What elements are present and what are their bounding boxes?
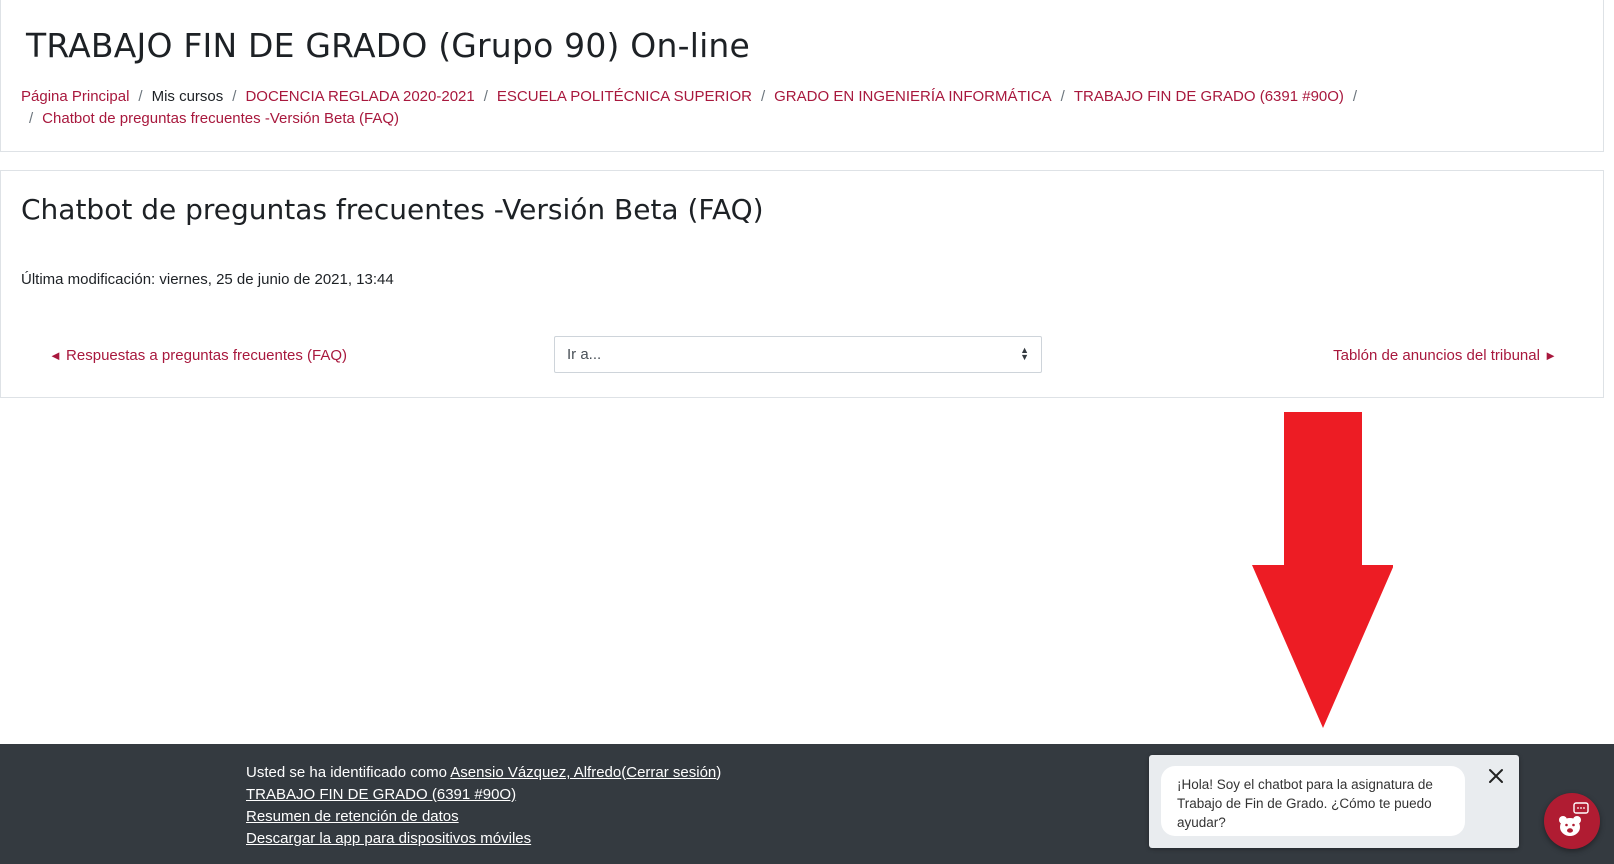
- data-retention-link[interactable]: Resumen de retención de datos: [246, 808, 459, 825]
- breadcrumb-home[interactable]: Página Principal: [21, 88, 129, 105]
- red-down-arrow-icon: [1252, 412, 1393, 728]
- select-caret-icon: ▲ ▼: [1020, 345, 1029, 362]
- last-modified: Última modificación: viernes, 25 de juni…: [21, 271, 394, 288]
- chatbot-greeting: ¡Hola! Soy el chatbot para la asignatura…: [1161, 766, 1465, 836]
- login-info-prefix: Usted se ha identificado como: [246, 764, 451, 781]
- page-title: Chatbot de preguntas frecuentes -Versión…: [21, 193, 764, 226]
- breadcrumb-separator: /: [29, 110, 34, 127]
- breadcrumb-course[interactable]: TRABAJO FIN DE GRADO (6391 #90O): [1074, 88, 1344, 105]
- course-title: TRABAJO FIN DE GRADO (Grupo 90) On-line: [26, 26, 751, 65]
- breadcrumb-current-page[interactable]: Chatbot de preguntas frecuentes -Versión…: [42, 110, 399, 127]
- chatbot-bear-icon: [1559, 802, 1589, 836]
- breadcrumb-separator: /: [138, 88, 143, 105]
- chatbot-launcher-button[interactable]: [1544, 793, 1600, 849]
- chatbot-popup: ¡Hola! Soy el chatbot para la asignatura…: [1149, 755, 1519, 848]
- breadcrumb-separator: /: [483, 88, 488, 105]
- footer-info: Usted se ha identificado como Asensio Vá…: [246, 762, 721, 850]
- mobile-app-link[interactable]: Descargar la app para dispositivos móvil…: [246, 830, 531, 847]
- previous-activity-label: Respuestas a preguntas frecuentes (FAQ): [66, 347, 348, 364]
- close-icon[interactable]: [1487, 767, 1505, 785]
- previous-activity-link[interactable]: ◄ Respuestas a preguntas frecuentes (FAQ…: [49, 347, 347, 364]
- breadcrumb-docencia[interactable]: DOCENCIA REGLADA 2020-2021: [245, 88, 474, 105]
- user-profile-link[interactable]: Asensio Vázquez, Alfredo: [450, 764, 621, 781]
- breadcrumb-separator: /: [1352, 88, 1358, 105]
- arrow-left-icon: ◄: [49, 348, 62, 363]
- jump-to-selected: Ir a...: [567, 346, 602, 363]
- breadcrumb-grado[interactable]: GRADO EN INGENIERÍA INFORMÁTICA: [774, 88, 1052, 105]
- breadcrumb-separator: /: [1060, 88, 1065, 105]
- logout-link[interactable]: Cerrar sesión: [626, 764, 716, 781]
- jump-to-select[interactable]: Ir a... ▲ ▼: [554, 336, 1042, 373]
- arrow-right-icon: ►: [1544, 348, 1557, 363]
- breadcrumb-separator: /: [760, 88, 766, 105]
- next-activity-label: Tablón de anuncios del tribunal: [1333, 347, 1540, 364]
- main-content: Chatbot de preguntas frecuentes -Versión…: [0, 170, 1604, 398]
- breadcrumb-separator: /: [232, 88, 237, 105]
- course-header: TRABAJO FIN DE GRADO (Grupo 90) On-line …: [0, 0, 1604, 152]
- breadcrumb-my-courses: Mis cursos: [151, 88, 224, 105]
- login-info: Usted se ha identificado como Asensio Vá…: [246, 762, 721, 784]
- breadcrumb: Página Principal / Mis cursos / DOCENCIA REG…: [21, 86, 1421, 130]
- next-activity-link[interactable]: Tablón de anuncios del tribunal ►: [1333, 347, 1557, 364]
- paren-close: ): [716, 764, 722, 781]
- footer-course-link[interactable]: TRABAJO FIN DE GRADO (6391 #90O): [246, 786, 516, 803]
- breadcrumb-escuela[interactable]: ESCUELA POLITÉCNICA SUPERIOR: [497, 88, 752, 105]
